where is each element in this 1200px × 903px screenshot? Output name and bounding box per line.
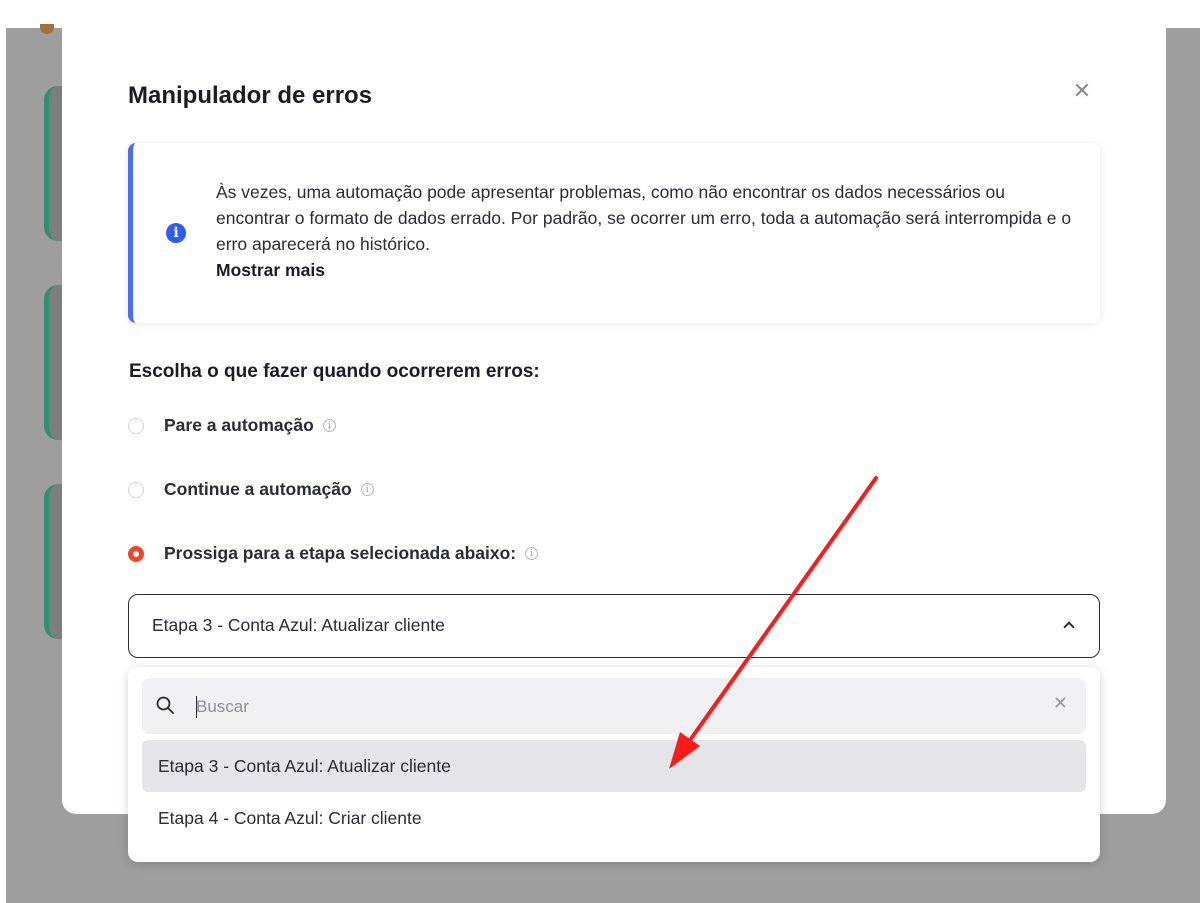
search-input[interactable] [194,692,1018,722]
info-hint-icon[interactable]: i [360,483,374,496]
search-bar[interactable]: ✕ [142,678,1086,734]
modal-title: Manipulador de erros [128,82,373,109]
info-hint-icon[interactable]: i [322,419,336,432]
close-icon[interactable]: ✕ [1070,79,1094,103]
info-icon: i [166,223,186,243]
chevron-up-icon[interactable] [1063,621,1075,633]
radio-button-selected[interactable] [128,545,144,562]
step-select[interactable]: Etapa 3 - Conta Azul: Atualizar cliente [128,594,1100,658]
dropdown-option[interactable]: Etapa 4 - Conta Azul: Criar cliente [142,792,1086,844]
text-cursor [196,696,197,718]
radio-label: Continue a automação [164,479,352,499]
info-hint-icon[interactable]: i [525,547,539,560]
option-label: Etapa 3 - Conta Azul: Atualizar cliente [158,756,451,776]
show-more-link[interactable]: Mostrar mais [216,257,1076,283]
info-callout: i Às vezes, uma automação pode apresenta… [128,143,1100,323]
dropdown-option[interactable]: Etapa 3 - Conta Azul: Atualizar cliente [142,740,1086,792]
option-label: Etapa 4 - Conta Azul: Criar cliente [158,808,422,828]
page-top-strip [0,0,1200,28]
step-dropdown: ✕ Etapa 3 - Conta Azul: Atualizar client… [128,667,1100,862]
close-icon[interactable]: ✕ [1053,693,1068,714]
page-left-edge [0,28,6,903]
radio-button[interactable] [128,481,144,498]
radio-go-to-step[interactable]: Prossiga para a etapa selecionada abaixo… [128,543,539,564]
radio-continue-automation[interactable]: Continue a automação i [128,479,374,500]
info-text: Às vezes, uma automação pode apresentar … [216,179,1076,283]
radio-label: Pare a automação [164,415,314,435]
radio-stop-automation[interactable]: Pare a automação i [128,415,336,436]
select-value: Etapa 3 - Conta Azul: Atualizar cliente [152,615,445,635]
section-heading: Escolha o que fazer quando ocorrerem err… [129,361,540,382]
radio-label: Prossiga para a etapa selecionada abaixo… [164,543,517,563]
radio-button[interactable] [128,417,144,434]
info-description: Às vezes, uma automação pode apresentar … [216,182,1072,254]
search-icon [156,696,174,714]
